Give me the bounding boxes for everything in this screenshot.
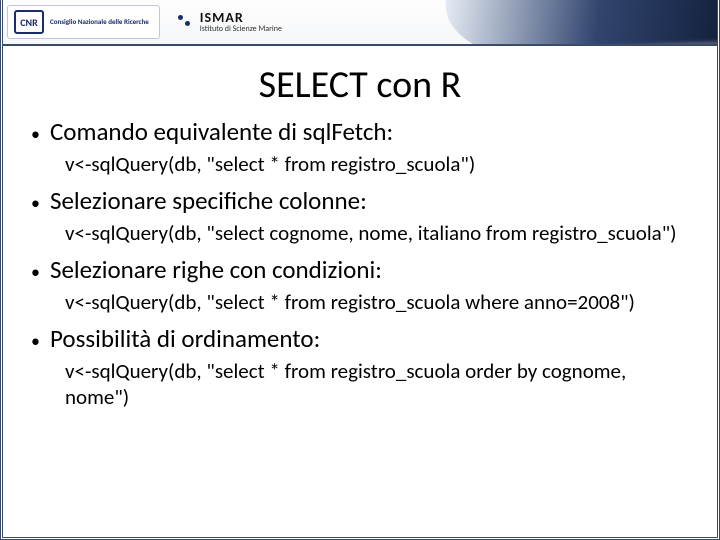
list-item: • Selezionare specifiche colonne: v<-sql… [31, 185, 689, 246]
slide-body: • Comando equivalente di sqlFetch: v<-sq… [3, 116, 717, 410]
bullet-icon: • [31, 258, 40, 287]
ismar-title: ISMAR [200, 11, 282, 25]
list-item: • Possibilità di ordinamento: v<-sqlQuer… [31, 323, 689, 410]
slide: CNR Consiglio Nazionale delle Ricerche I… [0, 0, 720, 540]
code-line: v<-sqlQuery(db, "select * from registro_… [65, 358, 689, 411]
header-swoosh-graphic [445, 0, 717, 46]
bullet-icon: • [31, 189, 40, 218]
slide-title: SELECT con R [3, 62, 717, 108]
cnr-logo: CNR Consiglio Nazionale delle Ricerche [14, 10, 149, 34]
cnr-mark-icon: CNR [14, 10, 44, 34]
bullet-icon: • [31, 120, 40, 149]
bullet-text: Possibilità di ordinamento: [50, 323, 320, 354]
code-line: v<-sqlQuery(db, "select * from registro_… [65, 151, 689, 177]
ismar-logo: ISMAR Istituto di Scienze Marine [174, 11, 282, 33]
bullet-icon: • [31, 327, 40, 356]
bullet-text: Comando equivalente di sqlFetch: [50, 116, 393, 147]
list-item: • Selezionare righe con condizioni: v<-s… [31, 254, 689, 315]
header-bar: CNR Consiglio Nazionale delle Ricerche I… [3, 0, 717, 46]
cnr-logo-box: CNR Consiglio Nazionale delle Ricerche [7, 5, 160, 39]
bullet-text: Selezionare righe con condizioni: [50, 254, 382, 285]
ismar-dots-icon [174, 12, 194, 32]
ismar-subtitle: Istituto di Scienze Marine [200, 25, 282, 33]
cnr-subtext: Consiglio Nazionale delle Ricerche [50, 18, 149, 25]
list-item: • Comando equivalente di sqlFetch: v<-sq… [31, 116, 689, 177]
bullet-text: Selezionare specifiche colonne: [50, 185, 367, 216]
bullet-list: • Comando equivalente di sqlFetch: v<-sq… [31, 116, 689, 410]
code-line: v<-sqlQuery(db, "select cognome, nome, i… [65, 220, 689, 246]
code-line: v<-sqlQuery(db, "select * from registro_… [65, 289, 689, 315]
